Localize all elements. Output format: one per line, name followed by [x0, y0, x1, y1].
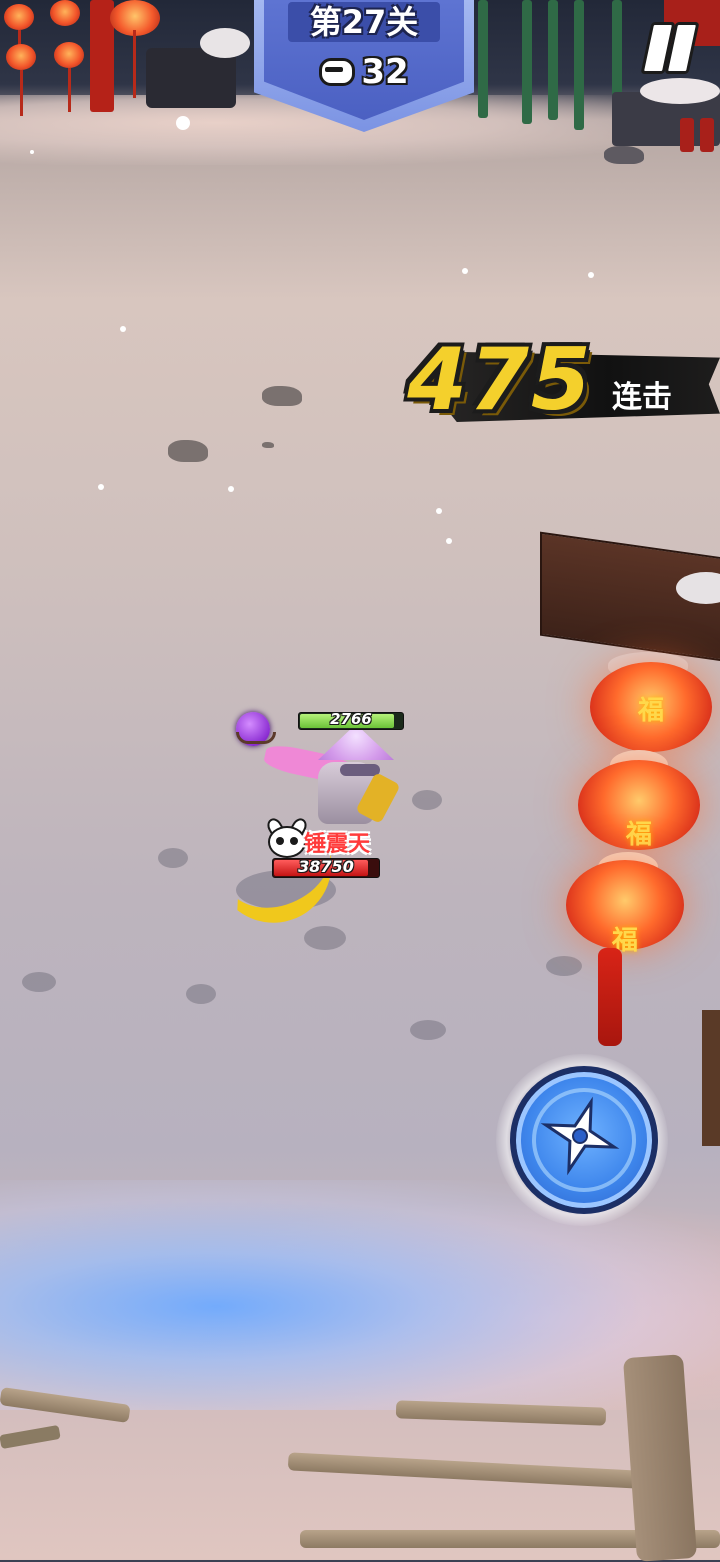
lantern-string [20, 70, 23, 116]
snowflake [98, 484, 104, 490]
fu-lantern: 福 [566, 860, 684, 956]
rock [262, 386, 302, 406]
snowflake [228, 486, 234, 492]
fu-character: 福 [637, 696, 664, 726]
snowflake [462, 268, 468, 274]
combo-label: 连击 [612, 380, 672, 415]
footprint [186, 984, 216, 1004]
boss-hp-value: 38750 [298, 857, 354, 876]
boss-hp-bar: 38750 [272, 857, 380, 878]
pause-button[interactable] [636, 18, 700, 74]
shuriken-icon [540, 1096, 620, 1176]
fu-character: 福 [611, 926, 638, 956]
lantern-icon [50, 0, 80, 26]
lantern-tassel [598, 948, 622, 1046]
demon-skull-icon [268, 826, 306, 858]
ninja-head-icon [319, 58, 356, 86]
player-hp-value: 2766 [330, 710, 372, 728]
fu-character: 福 [625, 820, 652, 850]
footprint [304, 926, 346, 950]
combo-count: 475 [407, 330, 593, 430]
footprint [410, 1020, 446, 1040]
wooden-post [702, 1010, 720, 1146]
enemy-count: 32 [361, 52, 409, 92]
snowflake [446, 538, 452, 544]
snowflake [176, 116, 190, 130]
pebble [262, 442, 274, 448]
footprint [158, 848, 188, 868]
snowflake [436, 508, 442, 514]
lantern-icon [6, 44, 36, 70]
snowflake [30, 150, 34, 154]
lantern-string [133, 30, 136, 98]
rock [168, 440, 208, 462]
bamboo-stalk [478, 0, 488, 118]
bamboo-branch [0, 1424, 61, 1450]
snow-cap [200, 28, 250, 58]
game-scene: 福 福 福 2766 锤震天 38750 [0, 0, 720, 1562]
lantern-icon [4, 4, 34, 30]
level-title: 第27关 [309, 3, 419, 41]
lantern-string [68, 68, 71, 112]
fu-lantern: 福 [590, 662, 712, 752]
boss-name: 锤震天 [304, 832, 371, 857]
bamboo-stalk [548, 0, 558, 120]
firecracker [700, 118, 714, 152]
fu-lantern: 福 [578, 760, 700, 850]
lantern-icon [54, 42, 84, 68]
bamboo-log [287, 1452, 659, 1490]
footprint [546, 956, 582, 976]
rock [604, 146, 644, 164]
footprint [412, 790, 442, 810]
orb-stand [236, 732, 276, 744]
footprint [22, 972, 56, 992]
bamboo-stalk [522, 0, 532, 124]
firecracker [680, 118, 694, 152]
straw-hat [318, 724, 394, 760]
snow-cap [640, 78, 720, 104]
enemy-counter: 32 [254, 52, 474, 92]
player-hp-bar: 2766 [298, 710, 404, 730]
bamboo-stalk [574, 0, 584, 130]
snowflake [588, 272, 594, 278]
snowflake [120, 326, 126, 332]
